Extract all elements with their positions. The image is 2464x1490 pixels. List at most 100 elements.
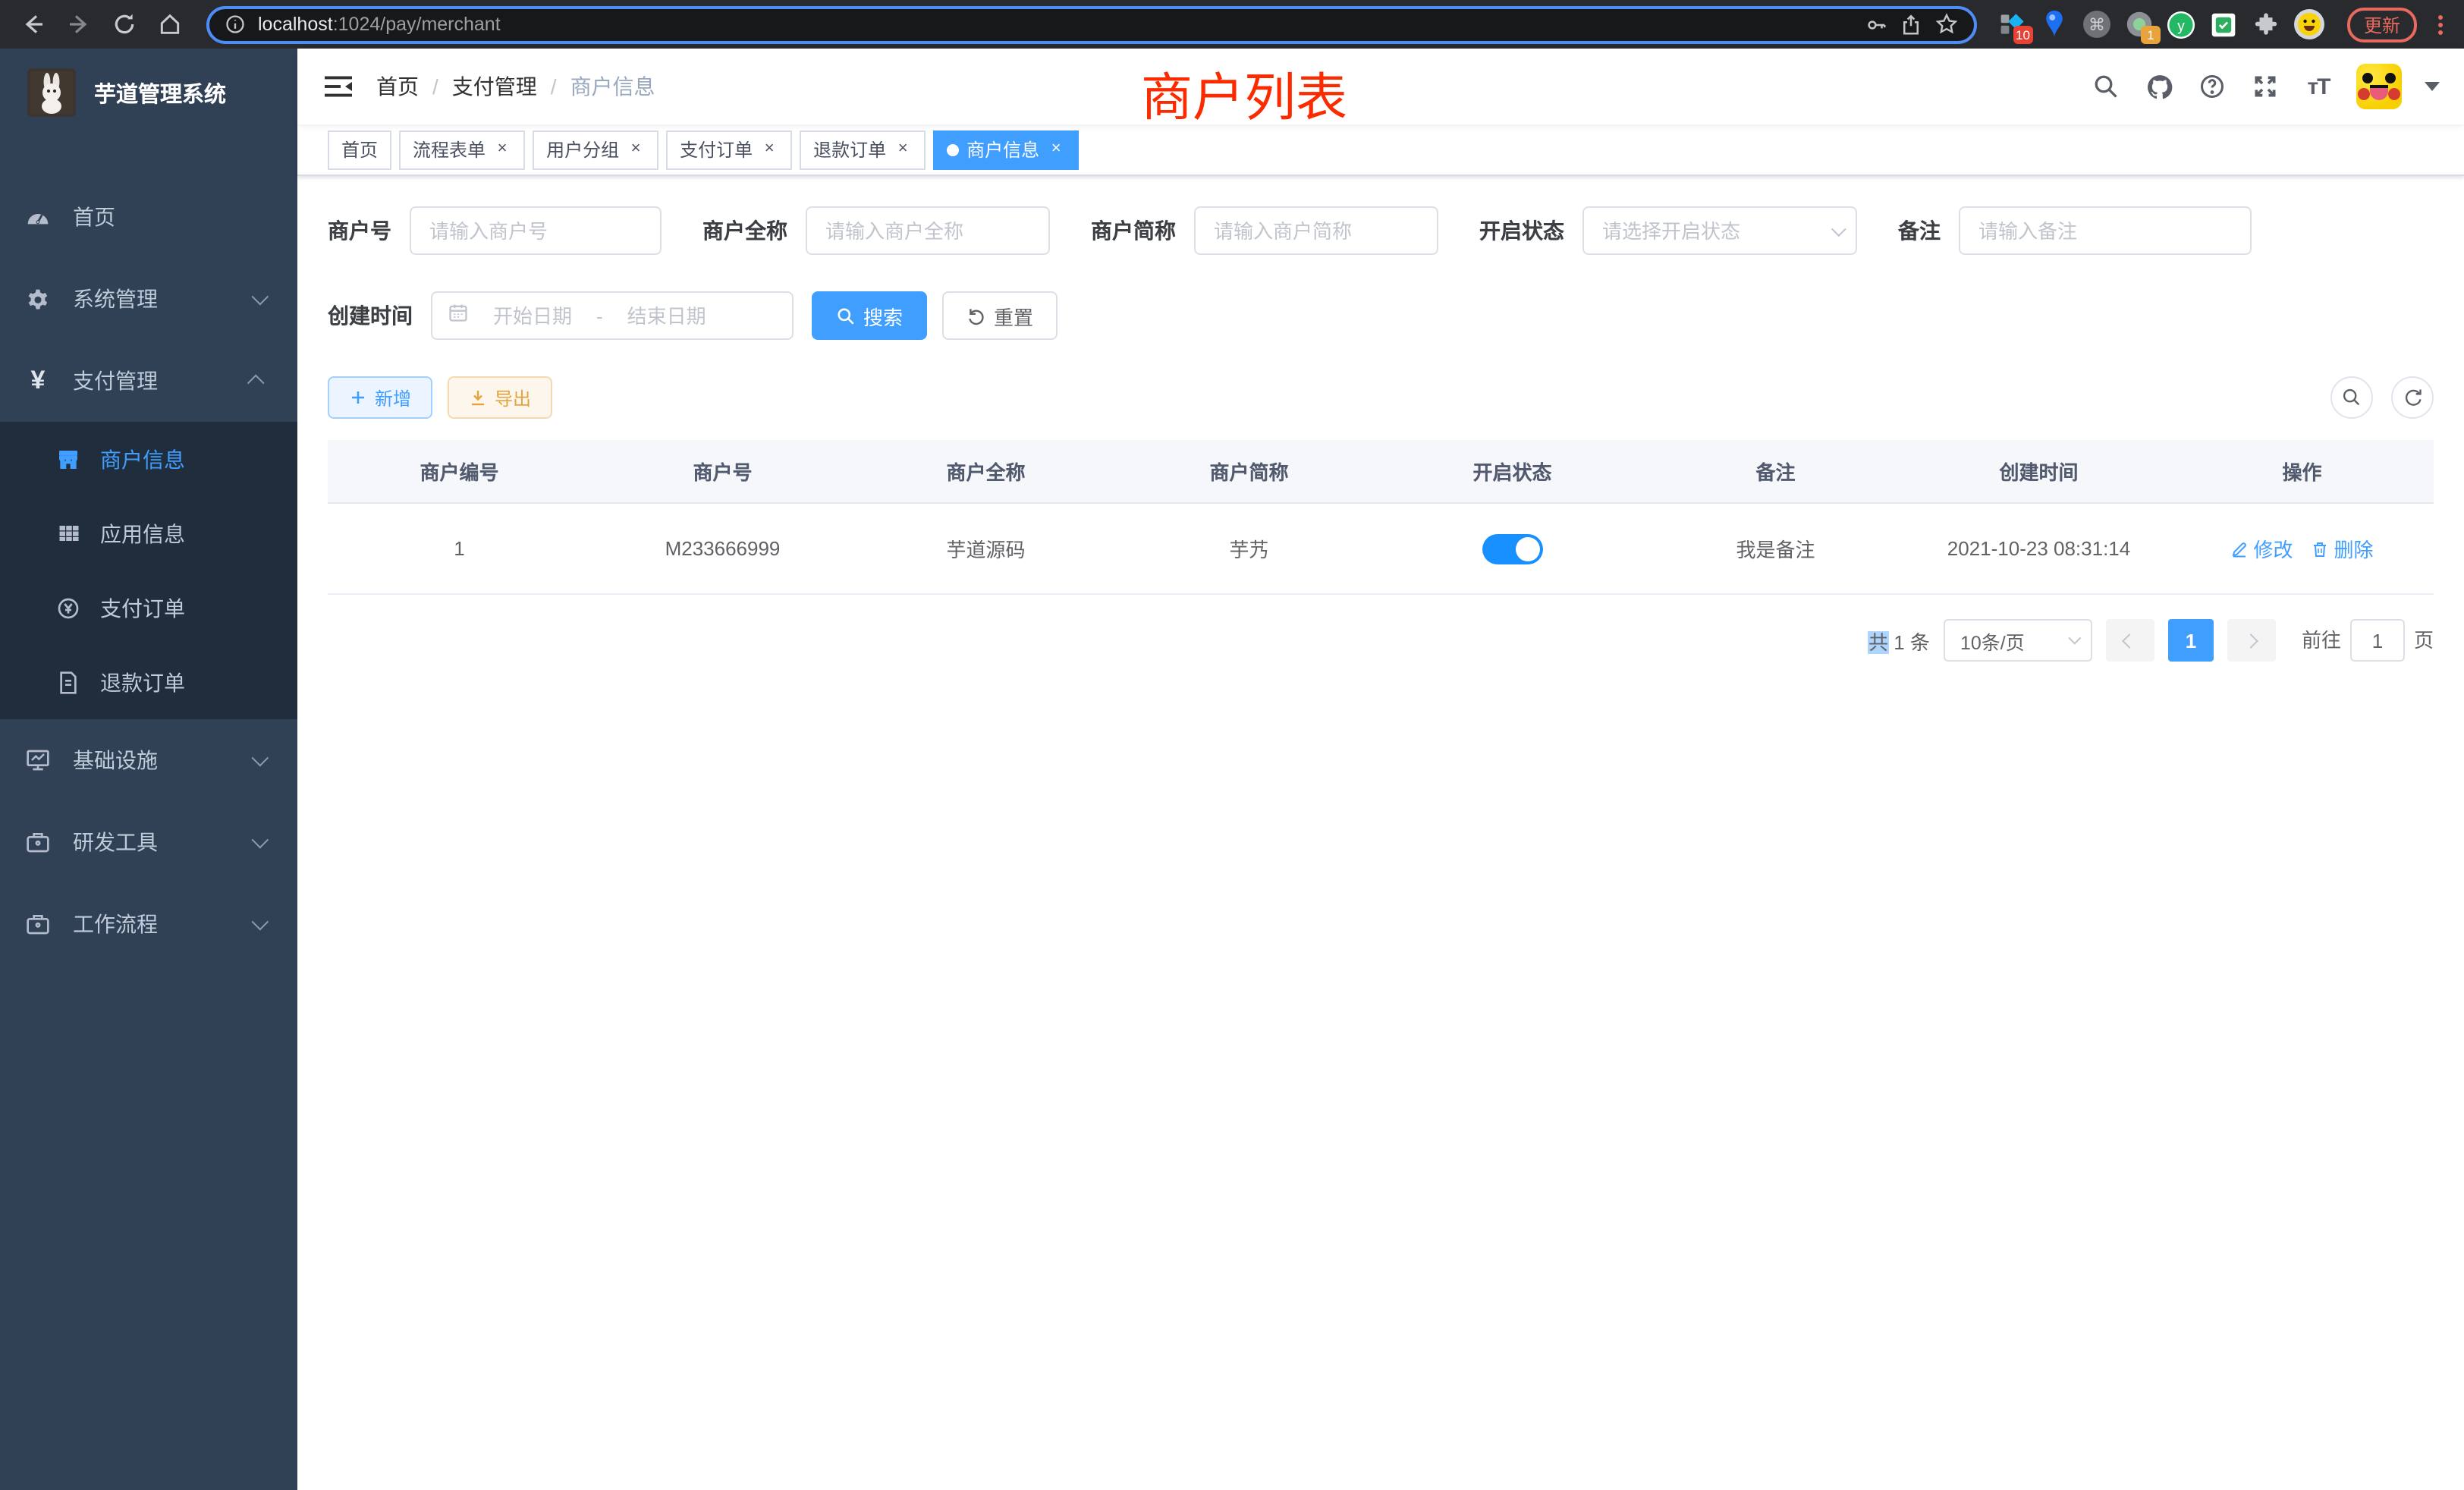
- page-size-select[interactable]: 10条/页: [1944, 619, 2092, 662]
- tab-home[interactable]: 首页: [328, 130, 391, 169]
- browser-forward-icon[interactable]: [61, 6, 97, 42]
- browser-menu-icon[interactable]: [2432, 11, 2449, 37]
- sidebar-item-refund-order[interactable]: 退款订单: [0, 645, 297, 719]
- goto-page: 前往页: [2302, 619, 2434, 662]
- prev-page-button[interactable]: [2106, 619, 2154, 662]
- breadcrumb-pay[interactable]: 支付管理: [452, 71, 537, 102]
- browser-update-button[interactable]: 更新: [2347, 7, 2417, 42]
- tab-user-group[interactable]: 用户分组: [533, 130, 658, 169]
- sidebar-item-system[interactable]: 系统管理: [0, 258, 297, 340]
- sidebar-item-home[interactable]: 首页: [0, 176, 297, 258]
- reset-button[interactable]: 重置: [942, 291, 1058, 340]
- export-button[interactable]: 导出: [448, 376, 552, 419]
- sidebar-item-pay[interactable]: ¥ 支付管理: [0, 340, 297, 422]
- merchant-no-label: 商户号: [328, 215, 391, 246]
- extensions-puzzle-icon[interactable]: [2250, 8, 2283, 41]
- col-create-time: 创建时间: [1907, 440, 2170, 503]
- status-toggle[interactable]: [1482, 533, 1543, 564]
- sidebar-item-app-info[interactable]: 应用信息: [0, 496, 297, 571]
- goto-page-input[interactable]: [2350, 619, 2405, 662]
- shop-icon: [56, 447, 80, 471]
- refresh-button[interactable]: [2391, 376, 2434, 419]
- date-start-input[interactable]: [478, 304, 587, 327]
- sidebar: 芋道管理系统 首页 系统管理 ¥ 支付管理: [0, 49, 297, 1490]
- pay-submenu: 商户信息 应用信息 支付订单: [0, 422, 297, 719]
- tags-view: 首页 流程表单 用户分组 支付订单 退款订单 商户信息: [297, 124, 2464, 176]
- caret-down-icon[interactable]: [2425, 82, 2440, 91]
- page-content: 商户号 商户全称 商户简称 开启状态: [297, 176, 2464, 1490]
- active-dot-icon: [947, 143, 959, 156]
- plus-icon: [349, 388, 367, 407]
- breadcrumb: 首页 / 支付管理 / 商户信息: [376, 71, 655, 102]
- chevron-down-icon: [252, 831, 269, 849]
- chevron-down-icon: [2068, 632, 2081, 645]
- site-info-icon[interactable]: [225, 14, 246, 35]
- sidebar-item-devtools[interactable]: 研发工具: [0, 801, 297, 883]
- extension-yuque-icon[interactable]: y: [2165, 8, 2198, 41]
- remark-label: 备注: [1898, 215, 1941, 246]
- short-name-input[interactable]: [1194, 206, 1438, 255]
- cell-merchant-id: 1: [328, 503, 591, 594]
- edit-link[interactable]: 修改: [2230, 534, 2293, 563]
- chevron-right-icon: [2244, 633, 2259, 648]
- close-icon[interactable]: [493, 140, 511, 159]
- add-button[interactable]: 新增: [328, 376, 432, 419]
- sidebar-item-merchant-info[interactable]: 商户信息: [0, 422, 297, 496]
- extension-devtools-icon[interactable]: 10: [1995, 8, 2029, 41]
- status-select[interactable]: [1582, 206, 1857, 255]
- share-icon[interactable]: [1900, 13, 1922, 36]
- sidebar-collapse-icon[interactable]: [325, 74, 352, 99]
- delete-link[interactable]: 删除: [2312, 534, 2374, 563]
- full-name-label: 商户全称: [702, 215, 787, 246]
- extension-recorder-icon[interactable]: 1: [2123, 8, 2156, 41]
- tab-process-form[interactable]: 流程表单: [399, 130, 525, 169]
- merchant-no-input[interactable]: [410, 206, 662, 255]
- full-name-input[interactable]: [806, 206, 1050, 255]
- browser-back-icon[interactable]: [15, 6, 52, 42]
- toggle-search-button[interactable]: [2330, 376, 2373, 419]
- tab-merchant-info[interactable]: 商户信息: [933, 130, 1079, 169]
- user-avatar[interactable]: [2356, 64, 2402, 109]
- remark-input[interactable]: [1959, 206, 2252, 255]
- monitor-icon: [26, 748, 50, 772]
- github-icon[interactable]: [2144, 71, 2174, 102]
- browser-reload-icon[interactable]: [106, 6, 143, 42]
- password-key-icon[interactable]: [1865, 13, 1887, 36]
- browser-toolbar: localhost:1024/pay/merchant 10 ⌘ 1: [0, 0, 2464, 49]
- extension-pin-icon[interactable]: [2038, 8, 2071, 41]
- col-remark: 备注: [1644, 440, 1907, 503]
- chevron-down-icon: [252, 750, 269, 767]
- extension-notes-icon[interactable]: [2208, 8, 2241, 41]
- app-title: 芋道管理系统: [94, 77, 226, 108]
- download-icon: [469, 388, 487, 407]
- bookmark-star-icon[interactable]: [1934, 12, 1959, 36]
- font-size-icon[interactable]: тT: [2303, 71, 2334, 102]
- search-button[interactable]: 搜索: [812, 291, 927, 340]
- sidebar-item-workflow[interactable]: 工作流程: [0, 883, 297, 965]
- fullscreen-icon[interactable]: [2250, 71, 2280, 102]
- date-end-input[interactable]: [612, 304, 721, 327]
- tab-refund-order[interactable]: 退款订单: [800, 130, 926, 169]
- breadcrumb-home[interactable]: 首页: [376, 71, 419, 102]
- next-page-button[interactable]: [2227, 619, 2276, 662]
- address-bar[interactable]: localhost:1024/pay/merchant: [206, 5, 1977, 43]
- tab-pay-order[interactable]: 支付订单: [666, 130, 792, 169]
- sidebar-item-infra[interactable]: 基础设施: [0, 719, 297, 801]
- browser-home-icon[interactable]: [152, 6, 188, 42]
- extension-badge: 10: [2013, 26, 2033, 44]
- search-icon[interactable]: [2091, 71, 2121, 102]
- close-icon[interactable]: [760, 140, 778, 159]
- help-icon[interactable]: [2197, 71, 2227, 102]
- date-range-picker[interactable]: -: [431, 291, 794, 340]
- close-icon[interactable]: [1047, 140, 1065, 159]
- col-merchant-no: 商户号: [591, 440, 854, 503]
- app-logo[interactable]: 芋道管理系统: [0, 49, 297, 137]
- close-icon[interactable]: [627, 140, 645, 159]
- close-icon[interactable]: [894, 140, 912, 159]
- extension-command-icon[interactable]: ⌘: [2080, 8, 2114, 41]
- col-merchant-id: 商户编号: [328, 440, 591, 503]
- current-page-button[interactable]: 1: [2168, 619, 2214, 662]
- profile-avatar-icon[interactable]: [2293, 8, 2326, 41]
- sidebar-item-pay-order[interactable]: 支付订单: [0, 571, 297, 645]
- col-short-name: 商户简称: [1117, 440, 1381, 503]
